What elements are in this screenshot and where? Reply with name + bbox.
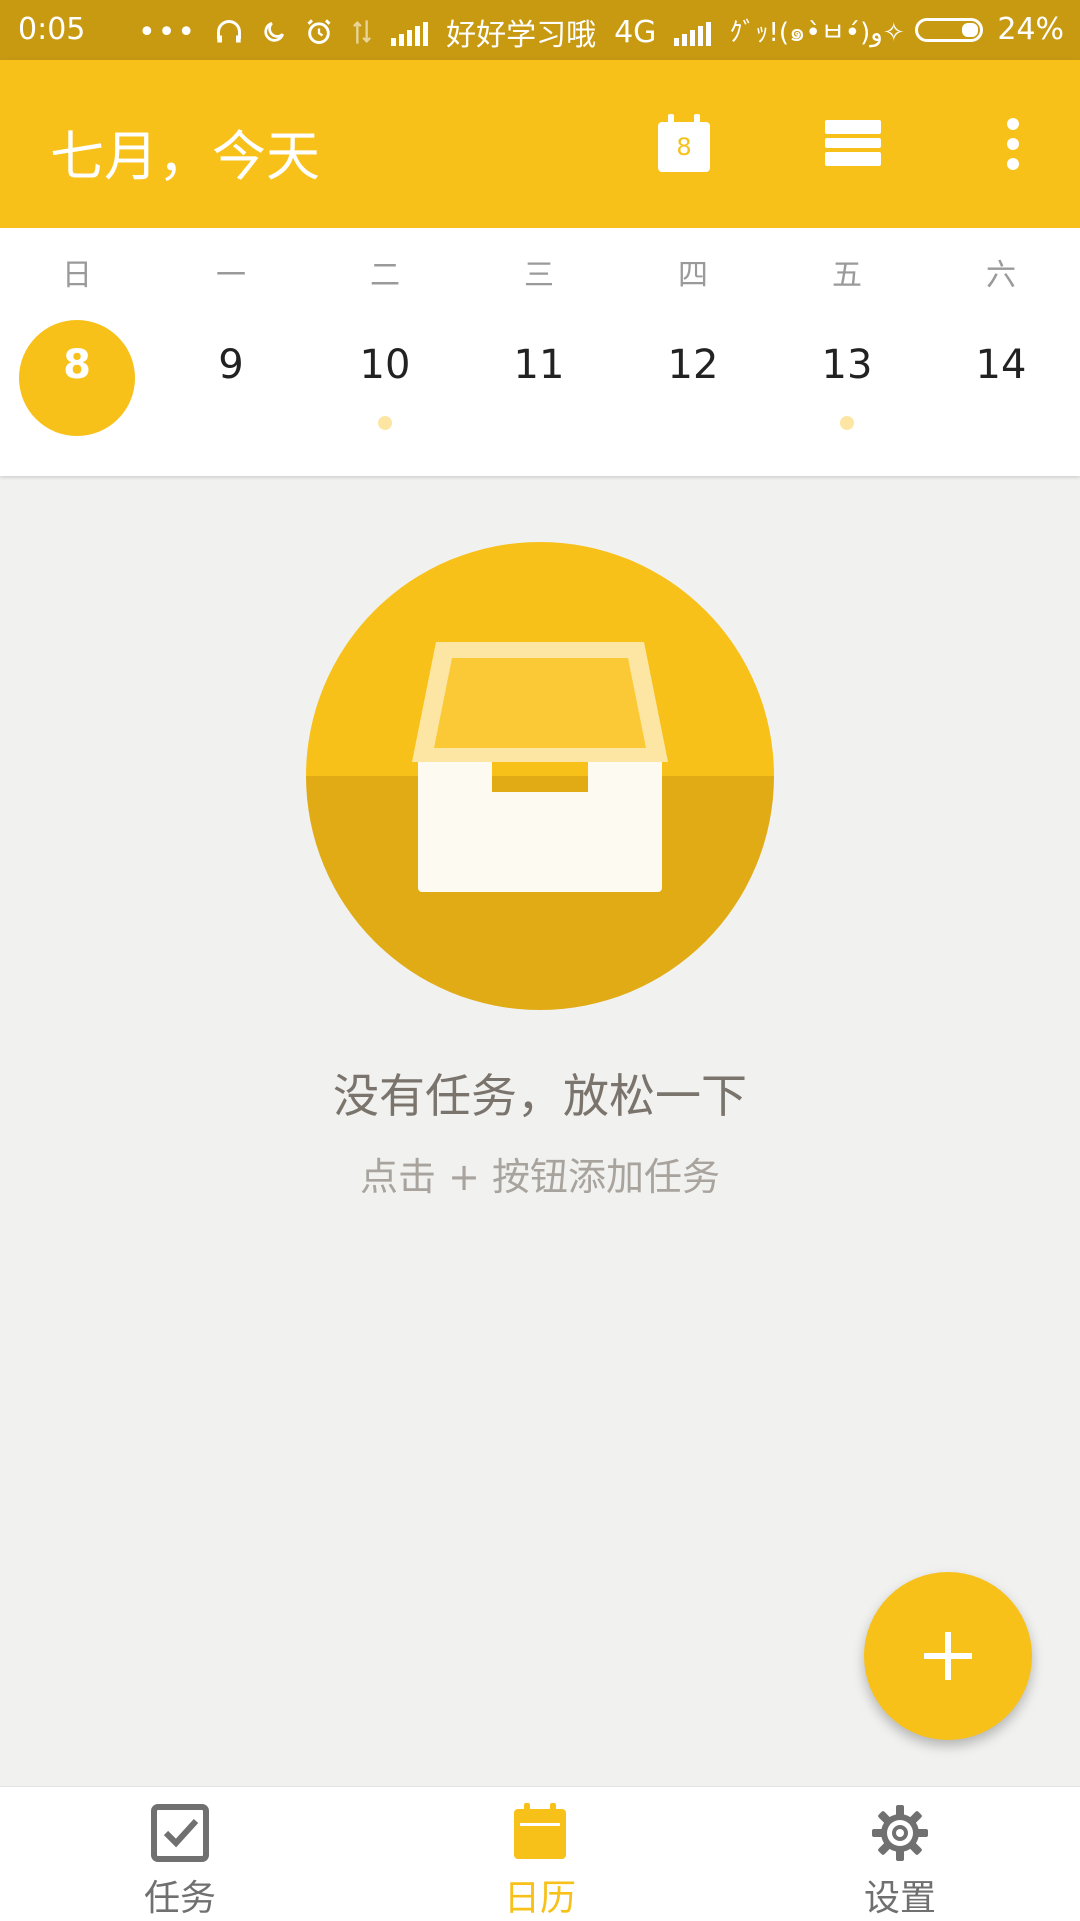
bottom-navigation: 任务 日历 设置	[0, 1786, 1080, 1921]
day-cell[interactable]: 10	[308, 316, 462, 436]
day-cell[interactable]: 14	[924, 316, 1078, 436]
day-cell[interactable]: 12	[616, 316, 770, 436]
empty-inbox-illustration	[306, 542, 774, 1010]
weekday-label: 日	[62, 258, 92, 293]
empty-state-title: 没有任务，放松一下	[333, 1069, 747, 1123]
day-number: 13	[821, 342, 873, 388]
calendar-today-day: 8	[676, 133, 692, 161]
day-number: 8	[63, 342, 91, 388]
data-arrows-icon	[353, 20, 372, 44]
view-list-icon	[825, 120, 881, 166]
network-type: 4G	[614, 14, 657, 50]
day-number: 10	[359, 342, 411, 388]
battery-percent: 24%	[997, 12, 1064, 47]
calendar-icon	[514, 1803, 566, 1859]
carrier-name: 好好学习哦	[446, 18, 597, 53]
nav-item-settings[interactable]: 设置	[720, 1787, 1080, 1921]
second-carrier-name: ｸﾞｯ!(๑•̀ㅂ•́)و✧	[729, 17, 905, 48]
weekday-label: 四	[678, 258, 708, 293]
more-vert-icon	[1007, 118, 1019, 170]
day-cell[interactable]: 13	[770, 316, 924, 436]
alarm-icon	[307, 19, 331, 44]
today-button[interactable]: 8	[629, 60, 739, 228]
day-cell-today[interactable]: 8	[0, 316, 154, 436]
day-number: 9	[218, 342, 244, 388]
weekday-label: 三	[524, 258, 554, 293]
moon-icon	[264, 22, 285, 42]
headphones-icon	[217, 20, 242, 43]
status-time: 0:05	[18, 12, 86, 47]
signal-icon	[391, 18, 429, 46]
day-number: 12	[667, 342, 719, 388]
day-number: 14	[975, 342, 1027, 388]
nav-label-calendar: 日历	[503, 1878, 576, 1919]
more-notifications-icon: •••	[138, 14, 198, 50]
nav-item-calendar[interactable]: 日历	[360, 1787, 720, 1921]
battery-icon	[915, 17, 984, 42]
weekday-label: 五	[832, 258, 862, 293]
nav-item-tasks[interactable]: 任务	[0, 1787, 360, 1921]
day-cell[interactable]: 11	[462, 316, 616, 436]
day-number: 11	[513, 342, 565, 388]
status-right: 24%	[915, 12, 1064, 47]
app-bar: 七月，今天 8	[0, 60, 1080, 228]
plus-icon	[924, 1632, 972, 1680]
task-checkbox-icon	[151, 1804, 209, 1862]
task-indicator-dot	[840, 416, 854, 430]
nav-label-settings: 设置	[863, 1878, 936, 1919]
status-bar: 0:05 ••• 好好学习哦 4G ｸﾞｯ!(๑•̀ㅂ•́)و✧ 24%	[0, 0, 1080, 60]
weekday-label: 一	[216, 258, 246, 293]
more-options-button[interactable]	[958, 60, 1068, 228]
empty-state-subtitle: 点击 + 按钮添加任务	[360, 1155, 720, 1199]
weekday-label: 二	[370, 258, 400, 293]
weekday-label: 六	[986, 258, 1016, 293]
status-icons: ••• 好好学习哦 4G ｸﾞｯ!(๑•̀ㅂ•́)و✧	[138, 10, 905, 54]
inbox-tray-icon	[306, 542, 774, 1010]
gear-icon	[872, 1805, 928, 1861]
view-mode-button[interactable]	[798, 60, 908, 228]
signal-icon-2	[674, 18, 712, 46]
task-indicator-dot	[378, 416, 392, 430]
day-cell[interactable]: 9	[154, 316, 308, 436]
week-calendar: 日 一 二 三 四 五 六 8 9 10 11 12 13 14	[0, 228, 1080, 476]
nav-label-tasks: 任务	[143, 1878, 216, 1919]
page-title: 七月，今天	[50, 125, 320, 188]
add-task-button[interactable]	[864, 1572, 1032, 1740]
